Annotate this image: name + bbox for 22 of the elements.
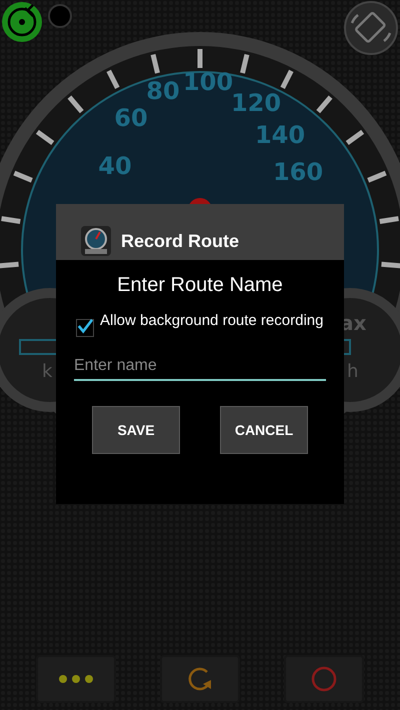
speed-scale-label: 100 [182, 68, 234, 96]
dialog-title: Record Route [121, 230, 240, 252]
more-button[interactable] [36, 655, 116, 703]
gps-icon[interactable] [1, 1, 43, 43]
speedometer-app-icon [81, 226, 111, 256]
more-icon [58, 674, 94, 684]
checkbox-label: Allow background route recording [100, 311, 324, 330]
record-icon [311, 666, 337, 692]
refresh-button[interactable] [160, 655, 240, 703]
refresh-icon [187, 666, 213, 692]
speed-scale-label: 80 [146, 77, 180, 105]
route-name-field[interactable]: Enter name [74, 353, 326, 381]
dialog-heading: Enter Route Name [116, 274, 284, 297]
cancel-button[interactable]: CANCEL [220, 406, 308, 454]
speed-scale-label: 140 [254, 121, 306, 149]
checkbox[interactable] [76, 319, 94, 337]
rotate-screen-icon[interactable] [344, 1, 398, 55]
speed-scale-label: 60 [114, 104, 148, 132]
speed-scale-label: 160 [272, 158, 324, 186]
speed-scale-label: 120 [230, 89, 282, 117]
save-button[interactable]: SAVE [92, 406, 180, 454]
speed-scale-label: 40 [98, 152, 132, 180]
